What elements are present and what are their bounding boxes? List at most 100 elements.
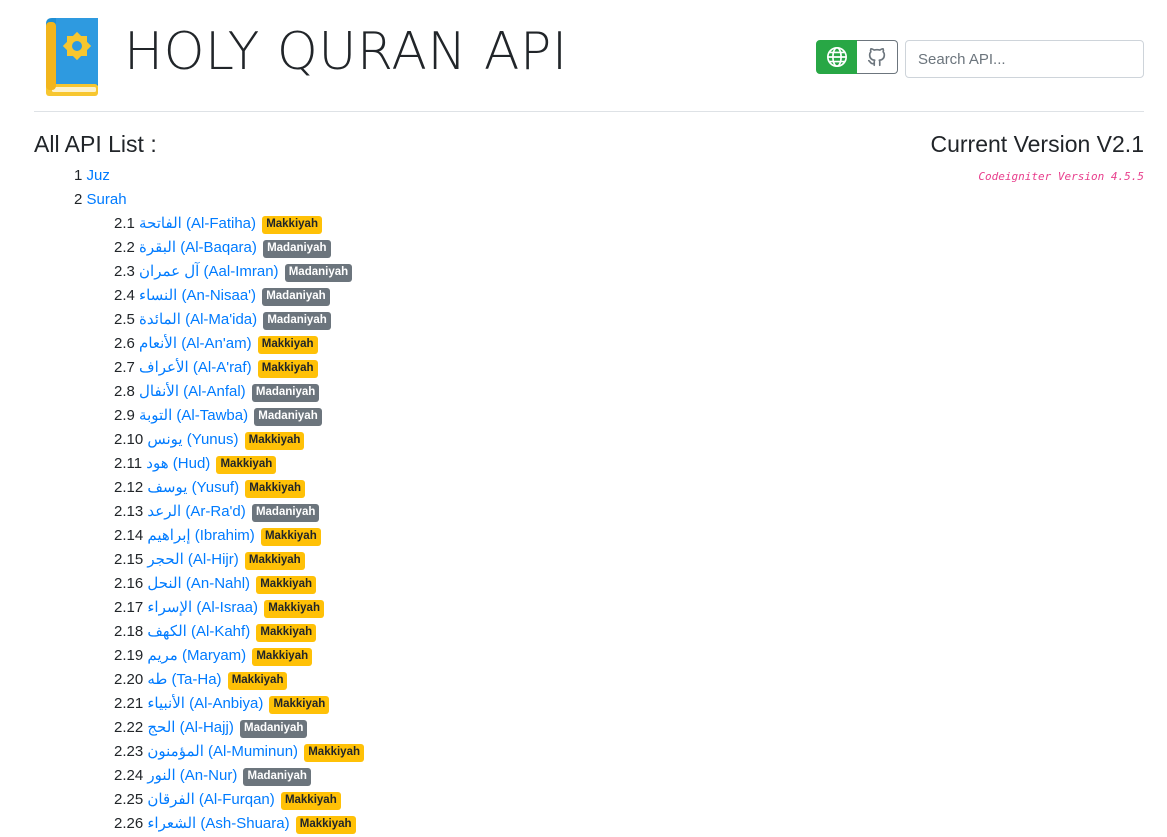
revelation-type-badge: Madaniyah xyxy=(254,408,322,426)
surah-list-item: 2.9 التوبة (Al-Tawba) Madaniyah xyxy=(114,404,364,428)
surah-list-item: 2.24 النور (An-Nur) Madaniyah xyxy=(114,764,364,788)
surah-number: 2.12 xyxy=(114,479,144,496)
surah-list-item: 2.18 الكهف (Al-Kahf) Makkiyah xyxy=(114,620,364,644)
surah-number: 2.11 xyxy=(114,455,143,472)
surah-number: 2.7 xyxy=(114,359,135,376)
surah-link[interactable]: الأنبياء (Al-Anbiya) xyxy=(147,695,263,712)
github-icon xyxy=(867,47,886,67)
surah-link[interactable]: Surah xyxy=(87,191,127,208)
surah-list-item: 2.13 الرعد (Ar-Ra'd) Madaniyah xyxy=(114,500,364,524)
revelation-type-badge: Makkiyah xyxy=(260,528,321,546)
language-button[interactable] xyxy=(816,40,857,74)
surah-number: 2.20 xyxy=(114,671,144,688)
surah-list-item: 2.15 الحجر (Al-Hijr) Makkiyah xyxy=(114,548,364,572)
surah-link[interactable]: الأنعام (Al-An'am) xyxy=(139,335,252,352)
surah-link[interactable]: يوسف (Yusuf) xyxy=(147,479,239,496)
surah-link[interactable]: الفاتحة (Al-Fatiha) xyxy=(139,215,256,232)
surah-number: 2.13 xyxy=(114,503,144,520)
surah-number: 2.1 xyxy=(114,215,135,232)
surah-link[interactable]: النساء (An-Nisaa') xyxy=(139,287,256,304)
surah-list-item: 2.5 المائدة (Al-Ma'ida) Madaniyah xyxy=(114,308,364,332)
current-version-heading: Current Version V2.1 xyxy=(930,131,1144,157)
revelation-type-badge: Makkiyah xyxy=(269,696,330,714)
surah-list-item: 2.12 يوسف (Yusuf) Makkiyah xyxy=(114,476,364,500)
surah-list-item: 2.20 طه (Ta-Ha) Makkiyah xyxy=(114,668,364,692)
revelation-type-badge: Makkiyah xyxy=(252,648,313,666)
revelation-type-badge: Madaniyah xyxy=(284,264,353,282)
surah-list: 2.1 الفاتحة (Al-Fatiha) Makkiyah 2.2 البق… xyxy=(74,212,364,836)
framework-version: Codeigniter Version 4.5.5 xyxy=(978,170,1144,183)
surah-number: 2.2 xyxy=(114,239,135,256)
surah-list-item: 2.4 النساء (An-Nisaa') Madaniyah xyxy=(114,284,364,308)
surah-link[interactable]: البقرة (Al-Baqara) xyxy=(139,239,257,256)
surah-link[interactable]: مريم (Maryam) xyxy=(147,647,246,664)
globe-icon xyxy=(826,47,847,67)
surah-link[interactable]: إبراهيم (Ibrahim) xyxy=(147,527,254,544)
surah-list-item: 2.6 الأنعام (Al-An'am) Makkiyah xyxy=(114,332,364,356)
surah-list-item: 2.26 الشعراء (Ash-Shuara) Makkiyah xyxy=(114,812,364,836)
surah-link[interactable]: الأعراف (Al-A'raf) xyxy=(139,359,252,376)
header-button-group xyxy=(816,40,898,74)
surah-number: 2.18 xyxy=(114,623,144,640)
revelation-type-badge: Madaniyah xyxy=(262,288,330,306)
header: HOLY QURAN API xyxy=(34,0,1144,112)
api-list-heading: All API List : xyxy=(34,131,157,157)
surah-link[interactable]: الرعد (Ar-Ra'd) xyxy=(147,503,245,520)
surah-list-item: 2.21 الأنبياء (Al-Anbiya) Makkiyah xyxy=(114,692,364,716)
search-input[interactable] xyxy=(905,40,1144,78)
surah-number: 2.8 xyxy=(114,383,135,400)
surah-link[interactable]: الكهف (Al-Kahf) xyxy=(147,623,250,640)
surah-number: 2.25 xyxy=(114,791,144,808)
surah-number: 2.14 xyxy=(114,527,144,544)
surah-list-item: 2.16 النحل (An-Nahl) Makkiyah xyxy=(114,572,364,596)
surah-link[interactable]: المؤمنون (Al-Muminun) xyxy=(147,743,298,760)
revelation-type-badge: Makkiyah xyxy=(257,336,318,354)
surah-number: 2.17 xyxy=(114,599,144,616)
revelation-type-badge: Makkiyah xyxy=(262,216,322,234)
list-item-surah: 2 Surah xyxy=(74,188,364,212)
quran-book-logo xyxy=(46,18,98,96)
surah-list-item: 2.14 إبراهيم (Ibrahim) Makkiyah xyxy=(114,524,364,548)
list-item-number: 2 xyxy=(74,191,83,208)
surah-number: 2.19 xyxy=(114,647,144,664)
revelation-type-badge: Makkiyah xyxy=(264,600,324,618)
surah-link[interactable]: المائدة (Al-Ma'ida) xyxy=(139,311,257,328)
app-title: HOLY QURAN API xyxy=(124,22,568,82)
surah-number: 2.4 xyxy=(114,287,135,304)
surah-link[interactable]: الأنفال (Al-Anfal) xyxy=(139,383,246,400)
surah-list-item: 2.11 هود (Hud) Makkiyah xyxy=(114,452,364,476)
list-item-juz: 1 Juz xyxy=(74,164,364,188)
surah-link[interactable]: النور (An-Nur) xyxy=(147,767,237,784)
surah-list-item: 2.3 آل عمران (Aal-Imran) Madaniyah xyxy=(114,260,364,284)
surah-number: 2.5 xyxy=(114,311,135,328)
revelation-type-badge: Makkiyah xyxy=(245,480,306,498)
surah-number: 2.9 xyxy=(114,407,135,424)
revelation-type-badge: Makkiyah xyxy=(257,360,318,378)
surah-list-item: 2.25 الفرقان (Al-Furqan) Makkiyah xyxy=(114,788,364,812)
github-button[interactable] xyxy=(857,40,898,74)
surah-link[interactable]: الشعراء (Ash-Shuara) xyxy=(147,815,289,832)
revelation-type-badge: Makkiyah xyxy=(256,576,316,594)
revelation-type-badge: Madaniyah xyxy=(243,768,311,786)
surah-link[interactable]: النحل (An-Nahl) xyxy=(147,575,250,592)
revelation-type-badge: Madaniyah xyxy=(251,384,320,402)
surah-link[interactable]: هود (Hud) xyxy=(146,455,210,472)
revelation-type-badge: Madaniyah xyxy=(251,504,320,522)
surah-link[interactable]: التوبة (Al-Tawba) xyxy=(139,407,248,424)
api-list: 1 Juz 2 Surah 2.1 الفاتحة (Al-Fatiha) Ma… xyxy=(74,164,364,836)
surah-number: 2.16 xyxy=(114,575,144,592)
surah-link[interactable]: الحجر (Al-Hijr) xyxy=(147,551,238,568)
surah-list-item: 2.22 الحج (Al-Hajj) Madaniyah xyxy=(114,716,364,740)
surah-link[interactable]: آل عمران (Aal-Imran) xyxy=(139,263,279,280)
revelation-type-badge: Madaniyah xyxy=(263,312,331,330)
surah-list-item: 2.1 الفاتحة (Al-Fatiha) Makkiyah xyxy=(114,212,364,236)
surah-link[interactable]: الحج (Al-Hajj) xyxy=(147,719,233,736)
revelation-type-badge: Makkiyah xyxy=(244,432,305,450)
juz-link[interactable]: Juz xyxy=(87,167,110,184)
surah-link[interactable]: طه (Ta-Ha) xyxy=(147,671,221,688)
surah-link[interactable]: الفرقان (Al-Furqan) xyxy=(147,791,274,808)
surah-link[interactable]: الإسراء (Al-Israa) xyxy=(147,599,258,616)
revelation-type-badge: Madaniyah xyxy=(263,240,331,258)
surah-link[interactable]: يونس (Yunus) xyxy=(147,431,238,448)
surah-list-item: 2.23 المؤمنون (Al-Muminun) Makkiyah xyxy=(114,740,364,764)
